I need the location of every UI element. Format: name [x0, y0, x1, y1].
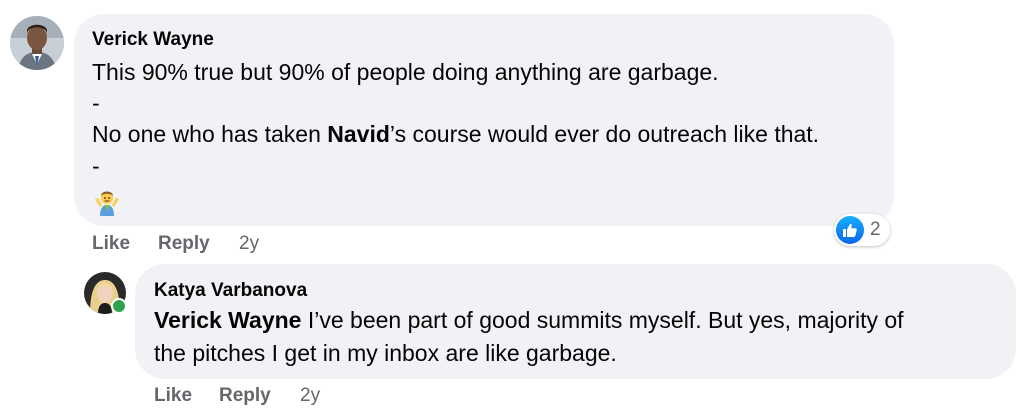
mention-navid[interactable]: Navid	[327, 121, 390, 147]
like-icon	[836, 216, 864, 244]
comment-text-line: Verick Wayne I’ve been part of good summ…	[154, 307, 904, 334]
comment-text-line: the pitches I get in my inbox are like g…	[154, 340, 617, 366]
avatar-verick-wayne[interactable]	[10, 16, 64, 70]
online-status-indicator	[111, 298, 127, 314]
like-button[interactable]: Like	[92, 233, 130, 255]
comment-author[interactable]: Katya Varbanova	[154, 280, 307, 302]
comment-timestamp[interactable]: 2y	[300, 385, 320, 407]
comment-text: No one who has taken	[92, 121, 328, 147]
comment-text-line: This 90% true but 90% of people doing an…	[92, 59, 719, 86]
comment-text-line: No one who has taken Navid’s course woul…	[92, 121, 819, 148]
comment-text: I’ve been part of good summits myself. B…	[301, 307, 904, 333]
mention-verick-wayne[interactable]: Verick Wayne	[154, 307, 301, 333]
shrugging-person-emoji	[92, 186, 122, 216]
reaction-count: 2	[870, 219, 881, 240]
comment-separator: -	[92, 90, 100, 116]
comment-author[interactable]: Verick Wayne	[92, 29, 214, 51]
like-button[interactable]: Like	[154, 385, 192, 407]
reply-button[interactable]: Reply	[219, 385, 271, 407]
comment-text: This 90% true but 90% of people doing an…	[92, 59, 719, 85]
avatar-image	[10, 16, 64, 70]
comment-separator: -	[92, 153, 100, 179]
comment-timestamp[interactable]: 2y	[239, 233, 259, 255]
reply-button[interactable]: Reply	[158, 233, 210, 255]
reaction-summary[interactable]: 2	[834, 214, 890, 246]
comment-text: ’s course would ever do outreach like th…	[389, 121, 820, 147]
